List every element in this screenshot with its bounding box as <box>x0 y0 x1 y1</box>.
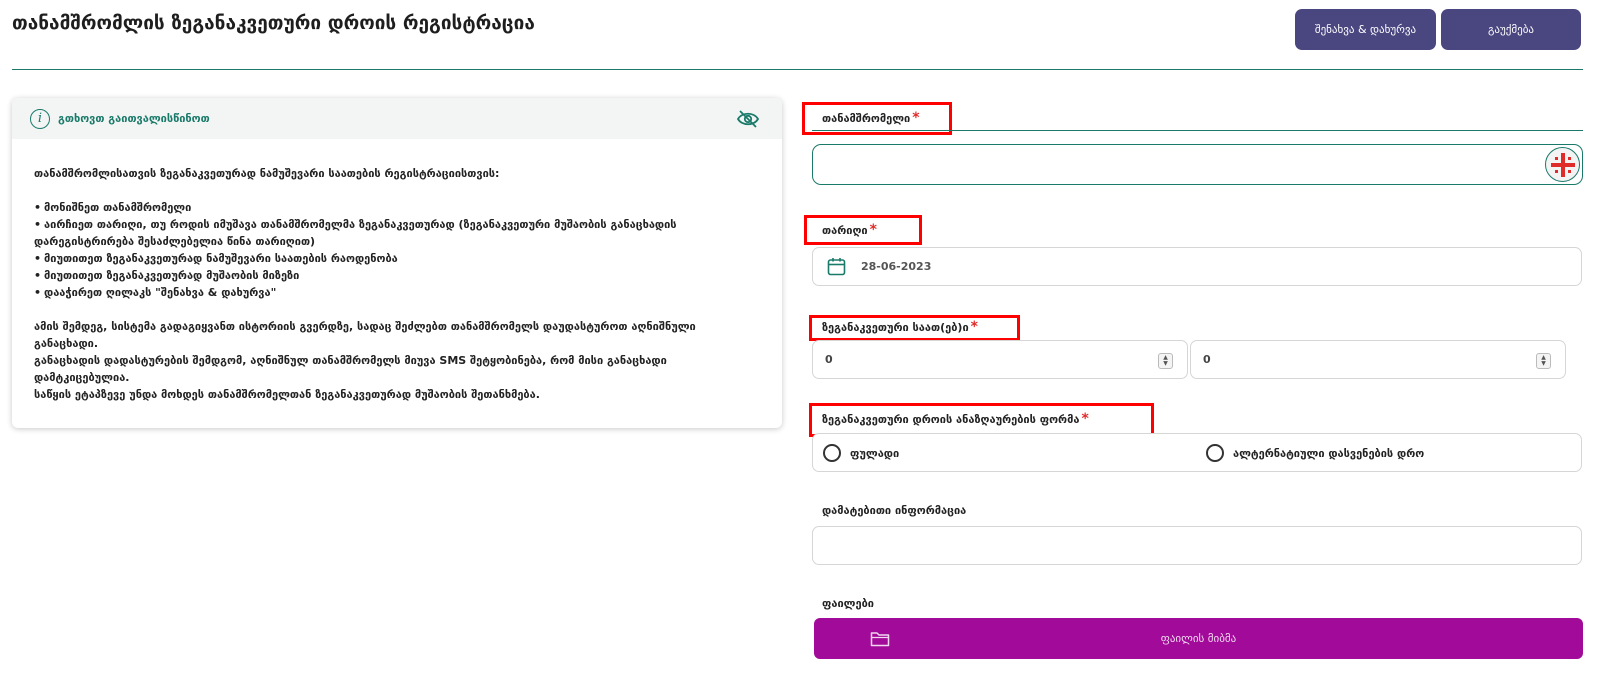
page-title: თანამშრომლის ზეგანაკვეთური დროის რეგისტრ… <box>12 12 535 34</box>
georgian-cross-icon <box>1550 152 1575 177</box>
info-bullet: აირჩიეთ თარიღი, თუ როდის იმუშავა თანამშრ… <box>34 216 760 250</box>
info-bullet: დააჭირეთ ღილაკს "შენახვა & დახურვა" <box>34 284 760 301</box>
minutes-input[interactable]: 0 ▲ ▼ <box>1190 340 1566 379</box>
extra-info-input[interactable] <box>812 526 1582 565</box>
radio-money[interactable] <box>823 444 841 462</box>
radio-alternative-rest-label[interactable]: ალტერნატიული დასვენების დრო <box>1233 447 1424 460</box>
employee-underline <box>812 130 1583 131</box>
save-close-button[interactable]: შენახვა & დახურვა <box>1295 9 1436 50</box>
info-header: i გთხოვთ გაითვალისწინოთ <box>12 98 782 139</box>
extra-info-label: დამატებითი ინფორმაცია <box>822 504 967 517</box>
info-title: გთხოვთ გაითვალისწინოთ <box>58 112 210 125</box>
payment-label: ზეგანაკვეთური დროის ანაზღაურების ფორმა * <box>822 411 1089 427</box>
hours-stepper[interactable]: ▲ ▼ <box>1158 353 1173 369</box>
stepper-down-icon[interactable]: ▼ <box>1163 361 1168 367</box>
required-mark: * <box>912 110 920 126</box>
info-paragraph: ამის შემდეგ, სისტემა გადაგიყვანთ ისტორიი… <box>34 320 696 350</box>
hours-value: 0 <box>825 353 833 366</box>
radio-alternative-rest[interactable] <box>1206 444 1224 462</box>
info-paragraph: განაცხადის დადასტურების შემდგომ, აღნიშნუ… <box>34 354 667 384</box>
radio-money-label[interactable]: ფულადი <box>850 447 899 460</box>
employee-input[interactable] <box>812 144 1583 185</box>
info-card: i გთხოვთ გაითვალისწინოთ თანამშრომლისათვი… <box>12 98 782 428</box>
hours-label: ზეგანაკვეთური საათ(ებ)ი * <box>822 319 978 335</box>
info-bullet: მიუთითეთ ზეგანაკვეთურად მუშაობის მიზეზი <box>34 267 760 284</box>
info-bullet: მონიშნეთ თანამშრომელი <box>34 199 760 216</box>
files-label: ფაილები <box>822 597 874 610</box>
info-intro: თანამშრომლისათვის ზეგანაკვეთურად ნამუშევ… <box>34 167 500 180</box>
info-icon: i <box>30 108 50 129</box>
calendar-icon[interactable] <box>827 257 846 276</box>
attach-file-button[interactable]: ფაილის მიბმა <box>814 618 1583 659</box>
stepper-down-icon[interactable]: ▼ <box>1541 361 1546 367</box>
eye-off-icon[interactable] <box>736 110 760 128</box>
date-label: თარიღი * <box>822 222 877 238</box>
date-input[interactable]: 28-06-2023 <box>812 247 1582 286</box>
cancel-button[interactable]: გაუქმება <box>1441 9 1581 50</box>
attach-file-label: ფაილის მიბმა <box>1160 632 1237 645</box>
info-body: თანამშრომლისათვის ზეგანაკვეთურად ნამუშევ… <box>12 139 782 403</box>
minutes-stepper[interactable]: ▲ ▼ <box>1536 353 1551 369</box>
info-paragraph: საწყის ეტაპზევე უნდა მოხდეს თანამშრომელთ… <box>34 388 540 401</box>
employee-select-button[interactable] <box>1545 147 1580 182</box>
required-mark: * <box>970 319 978 335</box>
info-bullet: მიუთითეთ ზეგანაკვეთურად ნამუშევარი საათე… <box>34 250 760 267</box>
employee-label: თანამშრომელი * <box>822 110 920 126</box>
payment-radio-group: ფულადი ალტერნატიული დასვენების დრო <box>812 433 1582 472</box>
folder-icon <box>870 632 890 647</box>
date-value: 28-06-2023 <box>861 260 932 273</box>
required-mark: * <box>1081 411 1089 427</box>
minutes-value: 0 <box>1203 353 1211 366</box>
header-divider <box>12 69 1583 70</box>
required-mark: * <box>869 222 877 238</box>
hours-input[interactable]: 0 ▲ ▼ <box>812 340 1188 379</box>
